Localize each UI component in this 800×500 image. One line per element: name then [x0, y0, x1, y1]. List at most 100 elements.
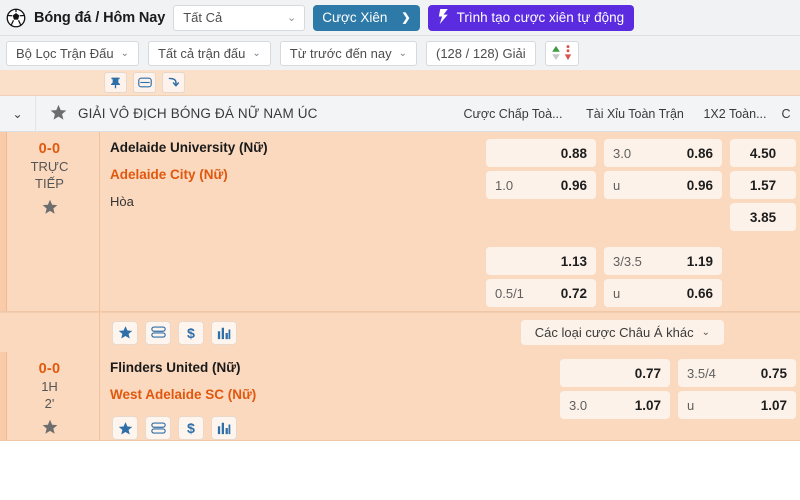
time-range-label: Từ trước đến nay — [289, 45, 392, 61]
parlay-button[interactable]: Cược Xiên ❯ — [313, 4, 420, 31]
stacked-layers-icon[interactable] — [145, 416, 171, 440]
layers-icon[interactable] — [133, 72, 156, 93]
league-count-badge[interactable]: (128 / 128) Giải — [426, 40, 536, 66]
bar-chart-icon[interactable] — [211, 416, 237, 440]
star-icon[interactable] — [112, 320, 138, 345]
bolt-icon — [438, 8, 450, 27]
chevron-down-icon: ⌄ — [12, 106, 23, 121]
odds-cell-handicap[interactable]: 3.0 1.07 — [560, 391, 670, 419]
row-edge-line — [6, 132, 7, 311]
draw-label: Hòa — [110, 194, 134, 209]
chevron-down-icon: ⌄ — [398, 47, 407, 59]
stacked-layers-icon[interactable] — [145, 320, 171, 345]
odds-cell-handicap[interactable]: 1.0 0.96 — [486, 171, 596, 199]
star-icon[interactable] — [42, 199, 58, 219]
bar-chart-icon[interactable] — [211, 320, 237, 345]
odds-cell-over[interactable]: 3.0 0.86 — [604, 139, 722, 167]
odds-group: 0.77 3.0 1.07 3.5/4 0.75 u 1.07 — [556, 359, 800, 423]
match-odds-column: 0.77 3.0 1.07 3.5/4 0.75 u 1.07 — [556, 352, 800, 440]
odds-cell-over[interactable]: 3/3.5 1.19 — [604, 247, 722, 275]
handicap-odds: 0.88 — [560, 145, 587, 161]
odds-cell-home-win[interactable]: 4.50 — [730, 139, 796, 167]
top-bar: Bóng đá / Hôm Nay Tất Cả ⌄ Cược Xiên ❯ T… — [0, 0, 800, 36]
star-icon[interactable] — [42, 419, 58, 439]
sort-descending-icon — [564, 45, 572, 61]
match-row[interactable]: 0-0 1H 2' Flinders United (Nữ) West Adel… — [0, 352, 800, 441]
odds-cell-away-win[interactable]: 1.57 — [730, 171, 796, 199]
odds-cell-under[interactable]: u 0.66 — [604, 279, 722, 307]
footer-spacer — [0, 313, 100, 352]
odds-cell-handicap[interactable]: 0.77 — [560, 359, 670, 387]
star-filled-icon[interactable] — [50, 104, 67, 124]
handicap-odds: 0.96 — [560, 177, 587, 193]
under-line: u — [613, 285, 621, 301]
handicap-odds: 1.07 — [634, 397, 661, 413]
column-headers: Cược Chấp Toà... Tài Xỉu Toàn Trận 1X2 T… — [454, 96, 800, 131]
over-odds: 0.75 — [760, 365, 787, 381]
odds-cell-handicap[interactable]: 0.5/1 0.72 — [486, 279, 596, 307]
all-select[interactable]: Tất Cả ⌄ — [173, 4, 306, 31]
svg-text:$: $ — [187, 325, 195, 340]
sort-ascending-icon — [552, 45, 560, 61]
under-line: u — [613, 177, 621, 193]
page-title: GIẢI VÔ ĐỊCH BÓNG ĐÁ NỮ NAM ÚC — [78, 106, 318, 121]
home-team-name[interactable]: Flinders United (Nữ) — [110, 361, 556, 375]
match-filter-label: Bộ Lọc Trận Đấu — [16, 45, 114, 61]
odds-cell-handicap[interactable]: 0.88 — [486, 139, 596, 167]
auto-parlay-button[interactable]: Trình tạo cược xiên tự động — [427, 4, 635, 31]
handicap-odds: 0.77 — [634, 365, 661, 381]
match-action-icons: $ — [110, 416, 556, 440]
svg-text:$: $ — [187, 421, 195, 436]
star-icon[interactable] — [112, 416, 138, 440]
match-action-icons: $ — [100, 320, 237, 345]
handicap-odds: 0.72 — [560, 285, 587, 301]
league-collapse-toggle[interactable]: ⌄ — [0, 96, 36, 131]
odds-cell-under[interactable]: u 1.07 — [678, 391, 796, 419]
more-asian-label: Các loại cược Châu Á khác — [534, 325, 694, 340]
match-score: 0-0 — [38, 361, 61, 377]
filter-bar: Bộ Lọc Trận Đấu ⌄ Tất cả trận đấu ⌄ Từ t… — [0, 36, 800, 70]
overunder-column: 3.0 0.86 u 0.96 — [600, 139, 726, 235]
match-teams-column: Adelaide University (Nữ) Adelaide City (… — [100, 132, 482, 311]
chevron-down-icon: ⌄ — [701, 327, 710, 338]
league-header[interactable]: ⌄ GIẢI VÔ ĐỊCH BÓNG ĐÁ NỮ NAM ÚC Cược Ch… — [0, 96, 800, 132]
overunder-column: 3.5/4 0.75 u 1.07 — [674, 359, 800, 423]
all-matches-dropdown[interactable]: Tất cả trận đấu ⌄ — [147, 40, 271, 66]
handicap-column: 1.13 0.5/1 0.72 — [482, 247, 600, 311]
dollar-icon[interactable]: $ — [178, 416, 204, 440]
match-row[interactable]: 0-0 TRỰC TIẾP Adelaide University (Nữ) A… — [0, 132, 800, 312]
league-count-label: (128 / 128) Giải — [436, 45, 526, 61]
pin-icon[interactable] — [104, 72, 127, 93]
match-status-column: 0-0 1H 2' — [0, 352, 100, 440]
arrow-icon[interactable] — [162, 72, 185, 93]
sort-toggle[interactable] — [544, 40, 579, 66]
match-odds-column: 0.88 1.0 0.96 3.0 0.86 u 0.96 4.50 1.57 … — [482, 132, 800, 311]
odds-cell-under[interactable]: u 0.96 — [604, 171, 722, 199]
column-header-handicap: Cược Chấp Toà... — [463, 106, 563, 121]
draw-odds: 3.85 — [749, 209, 777, 225]
over-line: 3.5/4 — [687, 365, 716, 381]
odds-cell-over[interactable]: 3.5/4 0.75 — [678, 359, 796, 387]
away-team-name[interactable]: West Adelaide SC (Nữ) — [110, 387, 556, 402]
more-asian-markets-button[interactable]: Các loại cược Châu Á khác ⌄ — [520, 320, 724, 345]
match-status-line-1: 1H — [41, 379, 58, 394]
under-odds: 0.96 — [686, 177, 713, 193]
breadcrumb: Bóng đá / Hôm Nay — [34, 9, 166, 26]
time-range-dropdown[interactable]: Từ trước đến nay ⌄ — [279, 40, 417, 66]
dollar-icon[interactable]: $ — [178, 320, 204, 345]
match-teams-column: Flinders United (Nữ) West Adelaide SC (N… — [100, 352, 556, 440]
home-win-odds: 4.50 — [749, 145, 777, 161]
over-odds: 0.86 — [686, 145, 713, 161]
odds-cell-draw[interactable]: 3.85 — [730, 203, 796, 231]
match-filter-dropdown[interactable]: Bộ Lọc Trận Đấu ⌄ — [6, 40, 139, 66]
handicap-column: 0.77 3.0 1.07 — [556, 359, 674, 423]
away-team-name[interactable]: Adelaide City (Nữ) — [110, 167, 482, 182]
quick-action-strip — [0, 70, 800, 96]
row-edge-line — [6, 352, 7, 440]
odds-cell-handicap[interactable]: 1.13 — [486, 247, 596, 275]
chevron-down-icon: ⌄ — [252, 47, 261, 59]
under-line: u — [687, 397, 695, 413]
overunder-column: 3/3.5 1.19 u 0.66 — [600, 247, 726, 311]
home-team-name[interactable]: Adelaide University (Nữ) — [110, 141, 482, 155]
match-status-line-2: TIẾP — [35, 176, 64, 192]
